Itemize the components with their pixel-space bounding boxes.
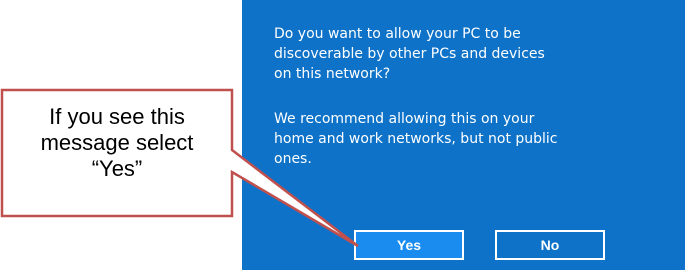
callout-text: If you see this message select “Yes”: [40, 104, 194, 181]
